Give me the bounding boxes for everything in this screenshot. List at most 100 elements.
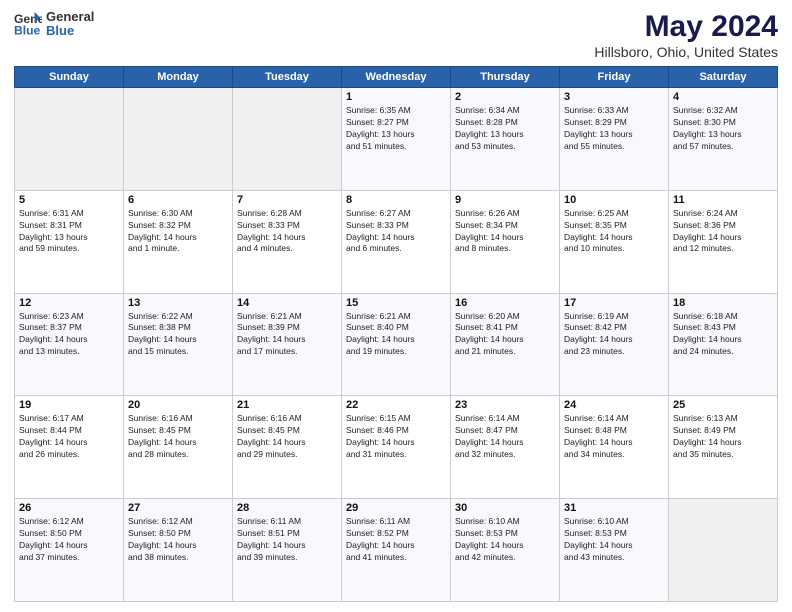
day-number: 24 — [564, 399, 664, 411]
calendar-cell: 14 Sunrise: 6:21 AMSunset: 8:39 PMDayligh… — [233, 293, 342, 396]
calendar-cell: 31Sunrise: 6:10 AMSunset: 8:53 PMDayligh… — [560, 499, 669, 602]
calendar-cell: 22 Sunrise: 6:15 AMSunset: 8:46 PMDayligh… — [342, 396, 451, 499]
day-number: 21 — [237, 399, 337, 411]
day-header-saturday: Saturday — [669, 67, 778, 88]
day-info: Sunrise: 6:16 AMSunset: 8:45 PMDaylight:… — [128, 413, 228, 461]
calendar-cell — [124, 88, 233, 191]
calendar-cell: 23Sunrise: 6:14 AMSunset: 8:47 PMDayligh… — [451, 396, 560, 499]
calendar-cell — [15, 88, 124, 191]
day-number: 30 — [455, 502, 555, 514]
svg-text:Blue: Blue — [14, 24, 41, 38]
calendar-cell: 27 Sunrise: 6:12 AMSunset: 8:50 PMDayligh… — [124, 499, 233, 602]
day-info: Sunrise: 6:27 AMSunset: 8:33 PMDaylight:… — [346, 208, 446, 256]
day-info: Sunrise: 6:35 AMSunset: 8:27 PMDaylight:… — [346, 105, 446, 153]
day-number: 5 — [19, 194, 119, 206]
day-header-sunday: Sunday — [15, 67, 124, 88]
logo: General Blue General Blue — [14, 10, 94, 39]
calendar-cell: 11 Sunrise: 6:24 AMSunset: 8:36 PMDayligh… — [669, 190, 778, 293]
calendar-table: SundayMondayTuesdayWednesdayThursdayFrid… — [14, 66, 778, 602]
day-number: 8 — [346, 194, 446, 206]
day-header-thursday: Thursday — [451, 67, 560, 88]
calendar-cell: 20Sunrise: 6:16 AMSunset: 8:45 PMDayligh… — [124, 396, 233, 499]
calendar-cell: 8 Sunrise: 6:27 AMSunset: 8:33 PMDaylight… — [342, 190, 451, 293]
day-header-friday: Friday — [560, 67, 669, 88]
logo-line1: General — [46, 10, 94, 24]
calendar-cell: 3 Sunrise: 6:33 AMSunset: 8:29 PMDaylight… — [560, 88, 669, 191]
calendar-cell: 29Sunrise: 6:11 AMSunset: 8:52 PMDayligh… — [342, 499, 451, 602]
logo-text: General Blue — [46, 10, 94, 39]
day-number: 23 — [455, 399, 555, 411]
day-info: Sunrise: 6:34 AMSunset: 8:28 PMDaylight:… — [455, 105, 555, 153]
day-number: 12 — [19, 297, 119, 309]
logo-line2: Blue — [46, 24, 94, 38]
calendar-cell — [233, 88, 342, 191]
week-row-5: 26Sunrise: 6:12 AMSunset: 8:50 PMDayligh… — [15, 499, 778, 602]
calendar-cell: 6Sunrise: 6:30 AMSunset: 8:32 PMDaylight… — [124, 190, 233, 293]
calendar-cell: 26Sunrise: 6:12 AMSunset: 8:50 PMDayligh… — [15, 499, 124, 602]
day-info: Sunrise: 6:26 AMSunset: 8:34 PMDaylight:… — [455, 208, 555, 256]
day-number: 16 — [455, 297, 555, 309]
day-info: Sunrise: 6:22 AMSunset: 8:38 PMDaylight:… — [128, 311, 228, 359]
calendar-cell: 2 Sunrise: 6:34 AMSunset: 8:28 PMDaylight… — [451, 88, 560, 191]
calendar-cell: 19Sunrise: 6:17 AMSunset: 8:44 PMDayligh… — [15, 396, 124, 499]
calendar-cell: 16Sunrise: 6:20 AMSunset: 8:41 PMDayligh… — [451, 293, 560, 396]
day-number: 13 — [128, 297, 228, 309]
day-number: 27 — [128, 502, 228, 514]
week-row-1: 1 Sunrise: 6:35 AMSunset: 8:27 PMDaylight… — [15, 88, 778, 191]
day-number: 3 — [564, 91, 664, 103]
header: General Blue General Blue May 2024 Hills… — [14, 10, 778, 60]
week-row-4: 19Sunrise: 6:17 AMSunset: 8:44 PMDayligh… — [15, 396, 778, 499]
day-info: Sunrise: 6:13 AMSunset: 8:49 PMDaylight:… — [673, 413, 773, 461]
day-info: Sunrise: 6:24 AMSunset: 8:36 PMDaylight:… — [673, 208, 773, 256]
day-info: Sunrise: 6:23 AMSunset: 8:37 PMDaylight:… — [19, 311, 119, 359]
calendar-header: SundayMondayTuesdayWednesdayThursdayFrid… — [15, 67, 778, 88]
day-number: 1 — [346, 91, 446, 103]
calendar-cell: 5 Sunrise: 6:31 AMSunset: 8:31 PMDaylight… — [15, 190, 124, 293]
day-header-wednesday: Wednesday — [342, 67, 451, 88]
calendar-cell: 17 Sunrise: 6:19 AMSunset: 8:42 PMDayligh… — [560, 293, 669, 396]
day-info: Sunrise: 6:10 AMSunset: 8:53 PMDaylight:… — [455, 516, 555, 564]
day-info: Sunrise: 6:31 AMSunset: 8:31 PMDaylight:… — [19, 208, 119, 256]
calendar-cell: 9 Sunrise: 6:26 AMSunset: 8:34 PMDaylight… — [451, 190, 560, 293]
day-number: 18 — [673, 297, 773, 309]
day-info: Sunrise: 6:16 AMSunset: 8:45 PMDaylight:… — [237, 413, 337, 461]
day-info: Sunrise: 6:18 AMSunset: 8:43 PMDaylight:… — [673, 311, 773, 359]
day-info: Sunrise: 6:12 AMSunset: 8:50 PMDaylight:… — [19, 516, 119, 564]
calendar-cell: 1 Sunrise: 6:35 AMSunset: 8:27 PMDaylight… — [342, 88, 451, 191]
calendar-cell: 13 Sunrise: 6:22 AMSunset: 8:38 PMDayligh… — [124, 293, 233, 396]
sub-title: Hillsboro, Ohio, United States — [594, 44, 778, 60]
day-info: Sunrise: 6:12 AMSunset: 8:50 PMDaylight:… — [128, 516, 228, 564]
days-of-week-row: SundayMondayTuesdayWednesdayThursdayFrid… — [15, 67, 778, 88]
day-number: 2 — [455, 91, 555, 103]
title-block: May 2024 Hillsboro, Ohio, United States — [594, 10, 778, 60]
calendar-body: 1 Sunrise: 6:35 AMSunset: 8:27 PMDaylight… — [15, 88, 778, 602]
day-number: 14 — [237, 297, 337, 309]
day-info: Sunrise: 6:21 AMSunset: 8:39 PMDaylight:… — [237, 311, 337, 359]
day-number: 22 — [346, 399, 446, 411]
day-number: 11 — [673, 194, 773, 206]
calendar-cell: 4Sunrise: 6:32 AMSunset: 8:30 PMDaylight… — [669, 88, 778, 191]
main-title: May 2024 — [594, 10, 778, 44]
day-number: 4 — [673, 91, 773, 103]
day-header-tuesday: Tuesday — [233, 67, 342, 88]
calendar-cell: 28Sunrise: 6:11 AMSunset: 8:51 PMDayligh… — [233, 499, 342, 602]
day-info: Sunrise: 6:28 AMSunset: 8:33 PMDaylight:… — [237, 208, 337, 256]
calendar-cell: 24 Sunrise: 6:14 AMSunset: 8:48 PMDayligh… — [560, 396, 669, 499]
day-info: Sunrise: 6:14 AMSunset: 8:48 PMDaylight:… — [564, 413, 664, 461]
day-info: Sunrise: 6:25 AMSunset: 8:35 PMDaylight:… — [564, 208, 664, 256]
day-info: Sunrise: 6:33 AMSunset: 8:29 PMDaylight:… — [564, 105, 664, 153]
day-number: 17 — [564, 297, 664, 309]
week-row-3: 12 Sunrise: 6:23 AMSunset: 8:37 PMDayligh… — [15, 293, 778, 396]
calendar-cell: 12 Sunrise: 6:23 AMSunset: 8:37 PMDayligh… — [15, 293, 124, 396]
logo-icon: General Blue — [14, 10, 42, 38]
calendar-cell: 18 Sunrise: 6:18 AMSunset: 8:43 PMDayligh… — [669, 293, 778, 396]
day-info: Sunrise: 6:15 AMSunset: 8:46 PMDaylight:… — [346, 413, 446, 461]
page: General Blue General Blue May 2024 Hills… — [0, 0, 792, 612]
day-number: 9 — [455, 194, 555, 206]
day-info: Sunrise: 6:19 AMSunset: 8:42 PMDaylight:… — [564, 311, 664, 359]
calendar-cell: 7Sunrise: 6:28 AMSunset: 8:33 PMDaylight… — [233, 190, 342, 293]
day-info: Sunrise: 6:11 AMSunset: 8:51 PMDaylight:… — [237, 516, 337, 564]
day-number: 15 — [346, 297, 446, 309]
calendar-cell: 10Sunrise: 6:25 AMSunset: 8:35 PMDayligh… — [560, 190, 669, 293]
day-number: 6 — [128, 194, 228, 206]
